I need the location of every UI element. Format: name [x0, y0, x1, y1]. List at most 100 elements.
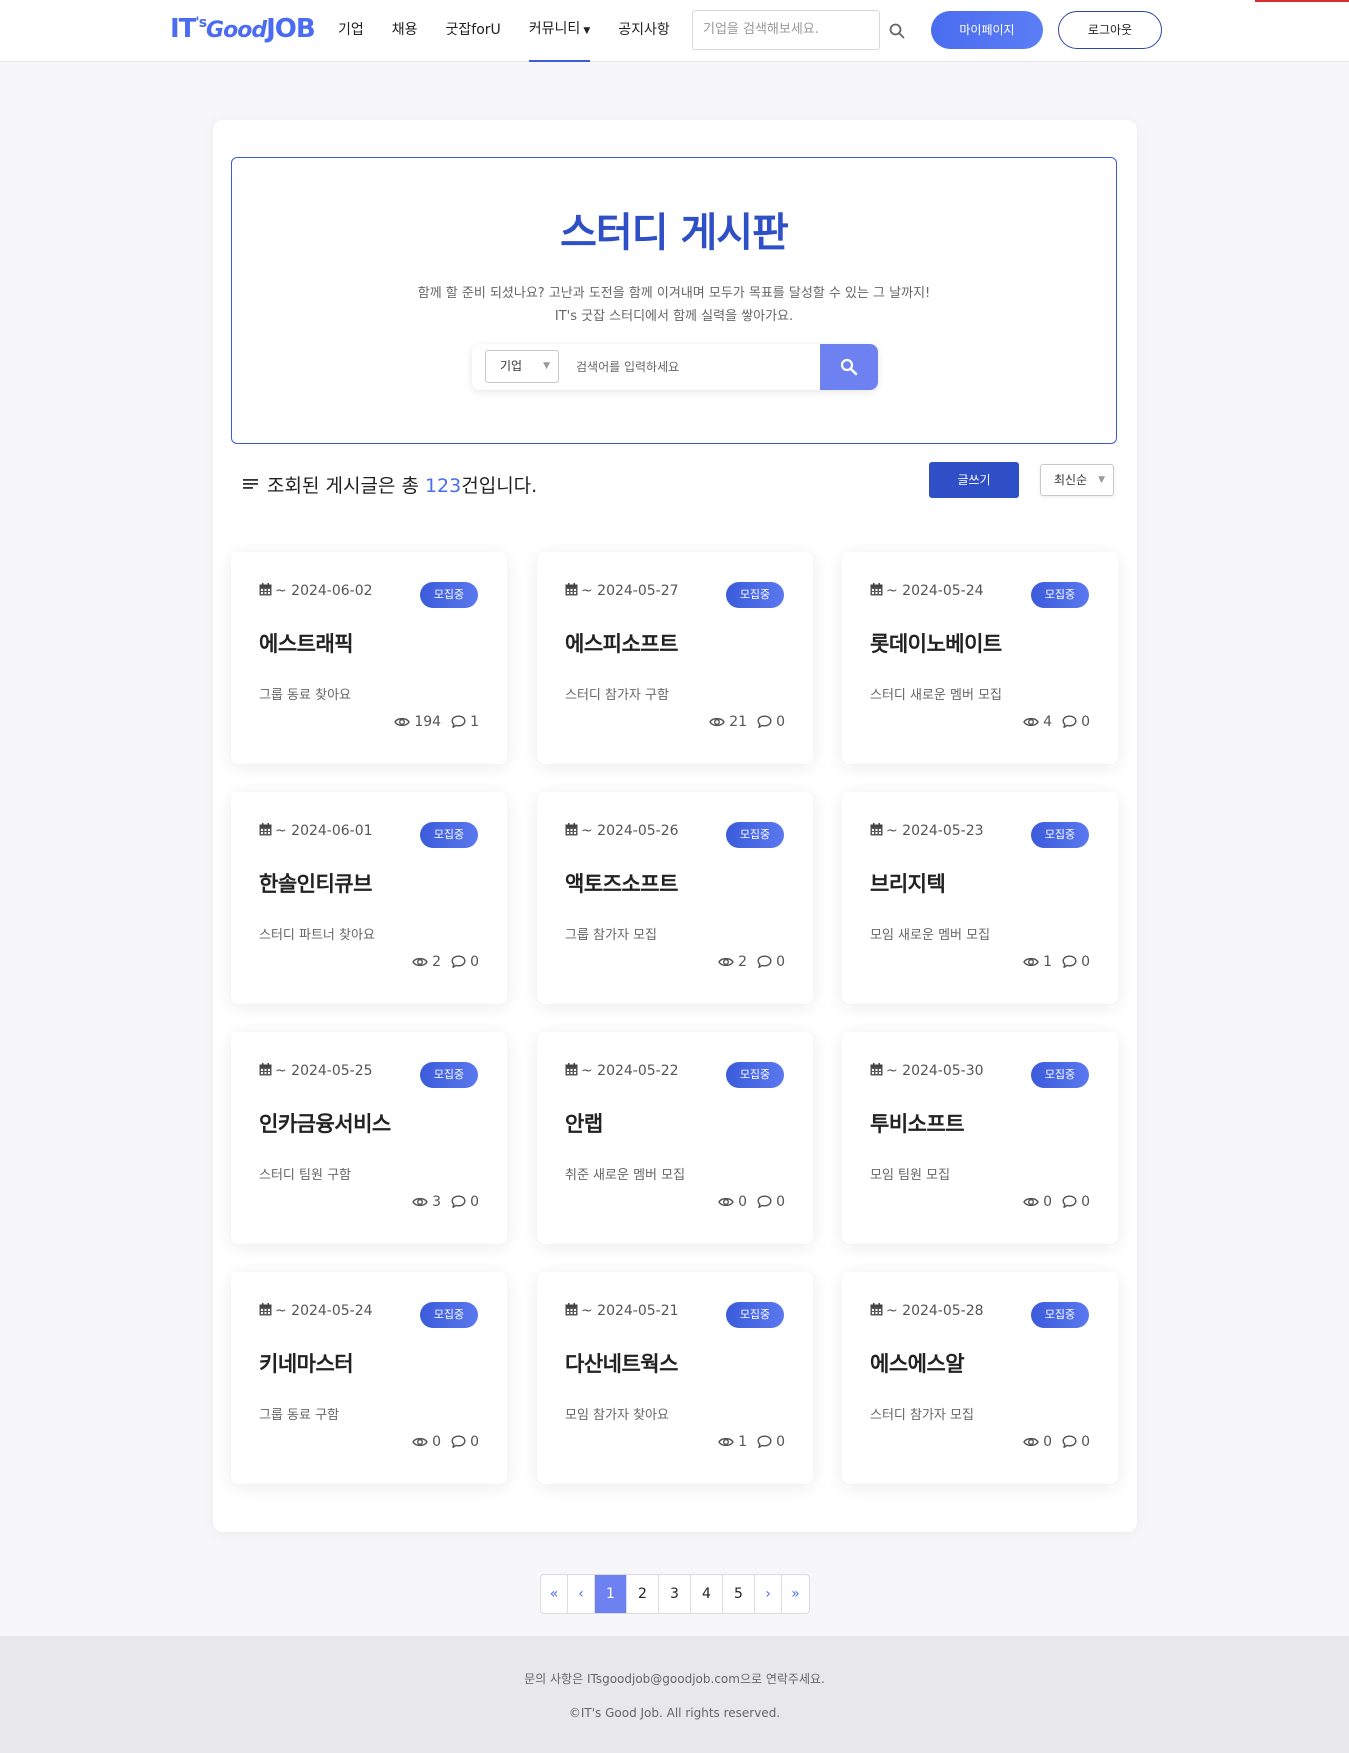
comment-icon	[1062, 955, 1077, 968]
status-badge: 모집중	[726, 1062, 784, 1088]
card-stats: 40	[1023, 714, 1090, 730]
eye-icon	[718, 1197, 734, 1207]
study-card[interactable]: ~ 2024-05-26 모집중 액토즈소프트 그룹 참가자 모집 2 0	[537, 792, 813, 1004]
study-card[interactable]: ~ 2024-05-21 모집중 다산네트웍스 모임 참가자 찾아요 1 0	[537, 1272, 813, 1484]
card-description: 스터디 팀원 구함	[259, 1168, 351, 1183]
view-count: 3	[432, 1194, 442, 1210]
card-description: 모임 팀원 모집	[870, 1168, 951, 1183]
card-title: 에스에스알	[870, 1352, 965, 1376]
footer-copyright: ©IT's Good Job. All rights reserved.	[568, 1706, 781, 1720]
card-description: 그룹 동료 구함	[259, 1408, 340, 1423]
hero-desc-line2: IT's 굿잡 스터디에서 함께 실력을 쌓아가요.	[554, 309, 794, 324]
first-page-button[interactable]: «	[541, 1575, 568, 1613]
study-card[interactable]: ~ 2024-05-23 모집중 브리지텍 모임 새로운 멤버 모집 1 0	[842, 792, 1118, 1004]
card-deadline: ~ 2024-05-26	[565, 823, 679, 839]
page-button-5[interactable]: 5	[723, 1575, 755, 1613]
nav-recruit[interactable]: 채용	[392, 0, 418, 62]
prev-page-button[interactable]: ‹	[568, 1575, 595, 1613]
next-page-button[interactable]: ›	[755, 1575, 782, 1613]
eye-icon	[718, 957, 734, 967]
count-prefix: 조회된 게시글은 총	[267, 475, 425, 497]
chevron-down-icon: ▼	[1098, 475, 1105, 485]
card-deadline: ~ 2024-05-27	[565, 583, 679, 599]
page-button-1[interactable]: 1	[595, 1575, 627, 1613]
card-date-text: ~ 2024-05-25	[275, 1063, 373, 1079]
study-card[interactable]: ~ 2024-05-24 모집중 키네마스터 그룹 동료 구함 0 0	[231, 1272, 507, 1484]
card-date-text: ~ 2024-05-23	[886, 823, 984, 839]
sort-select[interactable]: 최신순 ▼	[1040, 464, 1114, 496]
company-search-input[interactable]: 기업을 검색해보세요.	[692, 10, 880, 50]
chevron-down-icon: ▼	[543, 361, 550, 371]
nav-notice[interactable]: 공지사항	[618, 0, 670, 62]
eye-icon	[412, 1197, 428, 1207]
card-deadline: ~ 2024-06-01	[259, 823, 373, 839]
view-count: 194	[414, 714, 442, 730]
logout-button[interactable]: 로그아웃	[1058, 11, 1162, 49]
last-page-button[interactable]: »	[782, 1575, 809, 1613]
logo-job: JOB	[266, 14, 316, 44]
page-button-2[interactable]: 2	[627, 1575, 659, 1613]
write-post-button[interactable]: 글쓰기	[929, 462, 1019, 498]
study-card[interactable]: ~ 2024-05-27 모집중 에스피소프트 스터디 참가자 구함 21 0	[537, 552, 813, 764]
status-badge: 모집중	[1031, 822, 1089, 848]
hero-banner: 스터디 게시판 함께 할 준비 되셨나요? 고난과 도전을 함께 이겨내며 모두…	[231, 157, 1117, 444]
card-stats: 00	[718, 1194, 785, 1210]
card-description: 취준 새로운 멤버 모집	[565, 1168, 686, 1183]
status-badge: 모집중	[726, 1302, 784, 1328]
nav-company[interactable]: 기업	[338, 0, 364, 62]
board-search-input[interactable]: 검색어를 입력하세요	[576, 352, 776, 382]
page-title: 스터디 게시판	[560, 210, 789, 256]
study-card[interactable]: ~ 2024-05-25 모집중 인카금융서비스 스터디 팀원 구함 3 0	[231, 1032, 507, 1244]
pagination: « ‹ 1 2 3 4 5 › »	[540, 1574, 810, 1614]
card-title: 인카금융서비스	[259, 1112, 391, 1136]
board-search-button[interactable]	[820, 344, 878, 390]
comment-count: 0	[1081, 954, 1090, 970]
card-description: 그룹 참가자 모집	[565, 928, 657, 943]
card-date-text: ~ 2024-05-22	[581, 1063, 679, 1079]
eye-icon	[412, 957, 428, 967]
card-description: 모임 새로운 멤버 모집	[870, 928, 991, 943]
site-logo[interactable]: IT'sGoodJOB	[170, 14, 316, 48]
status-badge: 모집중	[1031, 1302, 1089, 1328]
calendar-icon	[259, 1063, 272, 1076]
view-count: 2	[432, 954, 442, 970]
nav-goodjob-foru[interactable]: 굿잡forU	[446, 0, 501, 62]
card-description: 모임 참가자 찾아요	[565, 1408, 669, 1423]
study-card[interactable]: ~ 2024-06-01 모집중 한솔인티큐브 스터디 파트너 찾아요 2 0	[231, 792, 507, 1004]
card-stats: 10	[718, 1434, 785, 1450]
status-badge: 모집중	[420, 822, 478, 848]
card-date-text: ~ 2024-05-24	[886, 583, 984, 599]
view-count: 0	[1043, 1194, 1053, 1210]
comment-count: 0	[470, 1434, 479, 1450]
mypage-button[interactable]: 마이페이지	[931, 11, 1043, 49]
search-icon[interactable]	[888, 22, 906, 40]
study-card[interactable]: ~ 2024-05-28 모집중 에스에스알 스터디 참가자 모집 0 0	[842, 1272, 1118, 1484]
eye-icon	[1023, 1437, 1039, 1447]
count-suffix: 건입니다.	[461, 475, 538, 497]
card-title: 다산네트웍스	[565, 1352, 678, 1376]
page-button-4[interactable]: 4	[691, 1575, 723, 1613]
comment-icon	[451, 1435, 466, 1448]
card-date-text: ~ 2024-05-27	[581, 583, 679, 599]
card-title: 키네마스터	[259, 1352, 354, 1376]
card-title: 에스트래픽	[259, 632, 354, 656]
study-card[interactable]: ~ 2024-05-30 모집중 투비소프트 모임 팀원 모집 0 0	[842, 1032, 1118, 1244]
comment-icon	[1062, 1195, 1077, 1208]
study-card[interactable]: ~ 2024-05-22 모집중 안랩 취준 새로운 멤버 모집 0 0	[537, 1032, 813, 1244]
study-card[interactable]: ~ 2024-06-02 모집중 에스트래픽 그룹 동료 찾아요 194 1	[231, 552, 507, 764]
logo-s: 's	[195, 15, 207, 31]
nav-community-label: 커뮤니티	[528, 21, 581, 37]
calendar-icon	[565, 1303, 578, 1316]
comment-count: 0	[776, 714, 785, 730]
view-count: 2	[738, 954, 748, 970]
page-button-3[interactable]: 3	[659, 1575, 691, 1613]
eye-icon	[709, 717, 726, 727]
nav-community[interactable]: 커뮤니티 ▼	[528, 0, 591, 62]
card-date-text: ~ 2024-06-01	[275, 823, 373, 839]
calendar-icon	[259, 1303, 272, 1316]
card-stats: 20	[412, 954, 479, 970]
status-badge: 모집중	[420, 1302, 478, 1328]
study-card[interactable]: ~ 2024-05-24 모집중 롯데이노베이트 스터디 새로운 멤버 모집 4 0	[842, 552, 1118, 764]
board-search-bar: 기업 ▼ 검색어를 입력하세요	[472, 344, 878, 390]
search-category-select[interactable]: 기업 ▼	[485, 350, 559, 383]
